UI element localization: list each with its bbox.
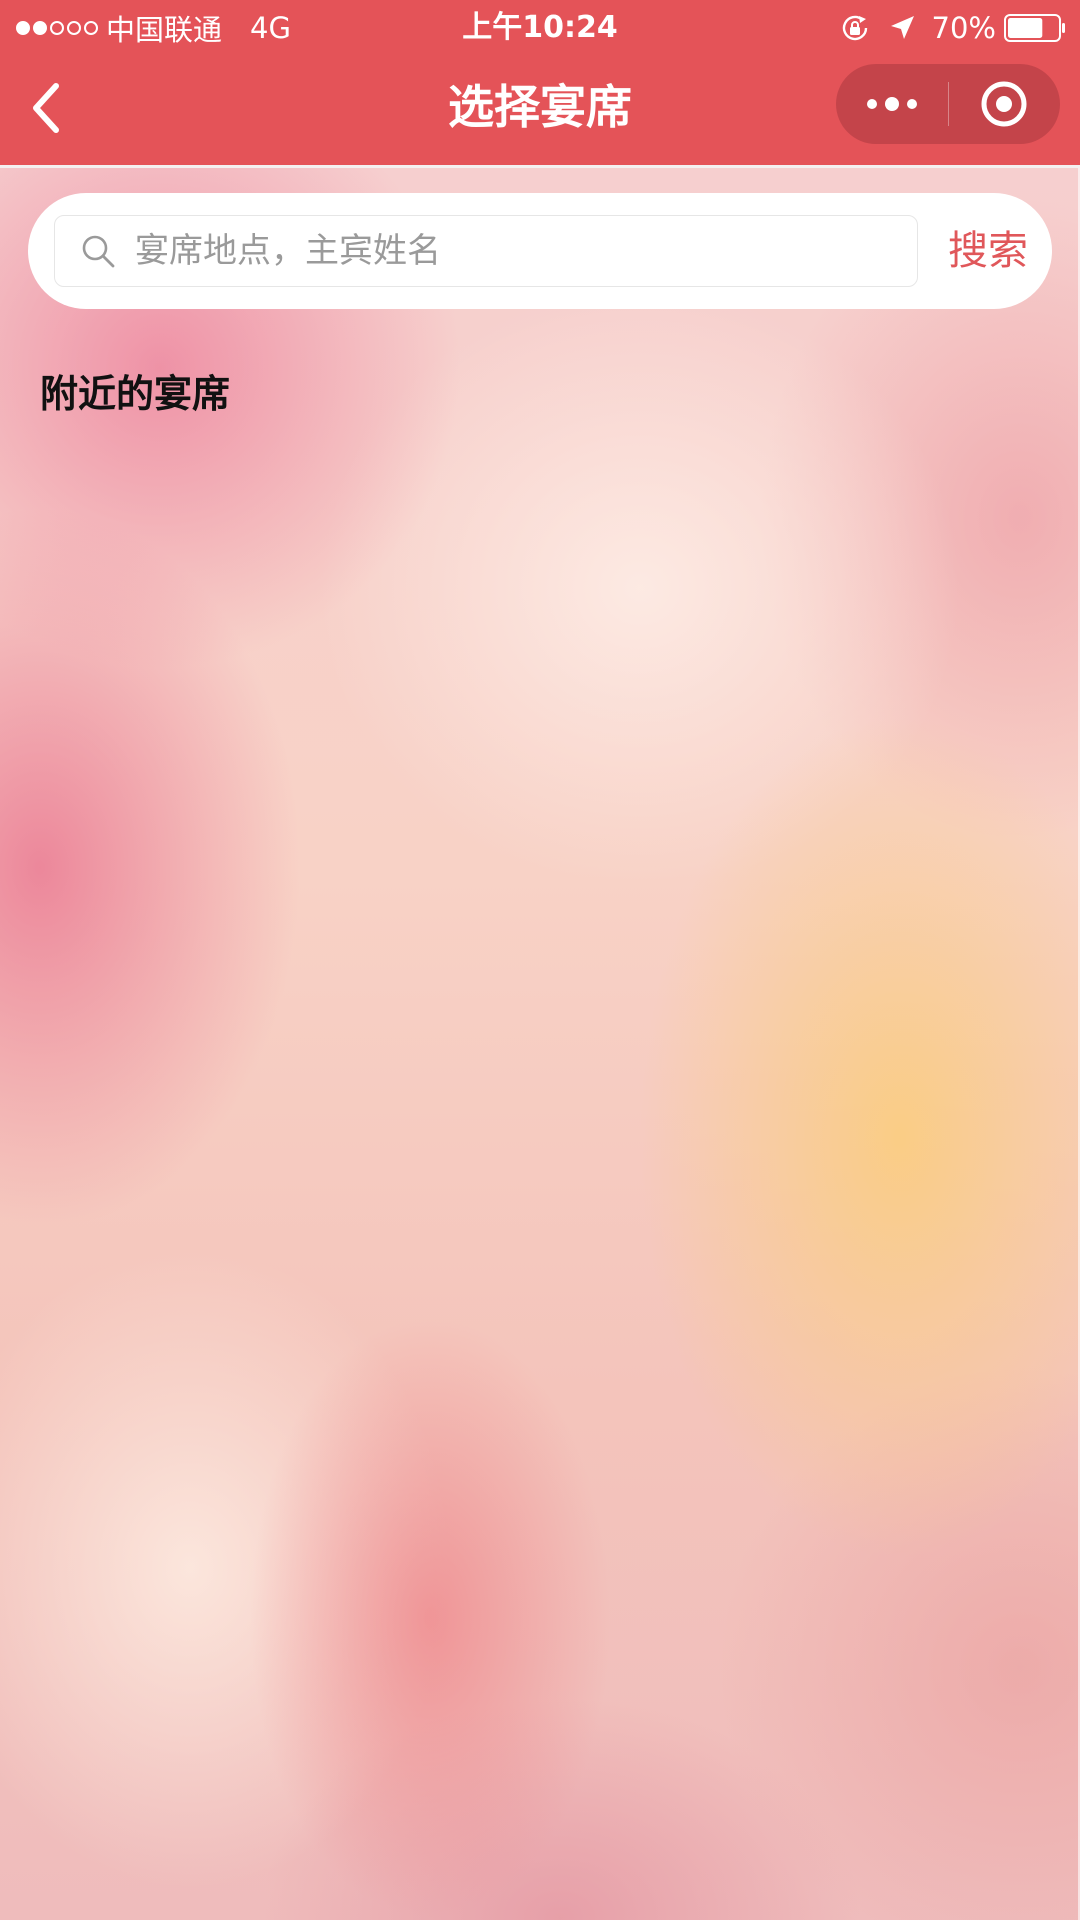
search-input[interactable] — [135, 222, 895, 280]
status-right: 70% — [840, 8, 1066, 48]
more-dots-icon — [866, 97, 917, 111]
battery-percent: 70% — [931, 11, 996, 45]
search-button[interactable]: 搜索 — [938, 215, 1038, 287]
back-button[interactable] — [16, 76, 76, 140]
app-header: 中国联通 4G 上午10:24 70% 选择宴席 — [0, 0, 1080, 165]
location-arrow-icon — [890, 16, 914, 39]
search-box[interactable] — [54, 215, 918, 287]
search-card: 搜索 — [28, 193, 1052, 309]
more-menu-button[interactable] — [836, 64, 948, 144]
page-background — [0, 168, 1080, 1920]
search-icon — [82, 235, 115, 268]
mini-program-capsule — [836, 64, 1060, 144]
target-circle-icon — [981, 81, 1027, 127]
rotation-lock-icon — [842, 15, 867, 41]
close-mini-program-button[interactable] — [949, 64, 1061, 144]
nav-bar: 选择宴席 — [0, 54, 1080, 165]
chevron-left-icon — [33, 83, 59, 133]
section-title: 附近的宴席 — [40, 372, 231, 416]
status-bar: 中国联通 4G 上午10:24 70% — [0, 0, 1080, 54]
header-divider — [0, 165, 1080, 168]
battery-icon — [1004, 14, 1065, 42]
